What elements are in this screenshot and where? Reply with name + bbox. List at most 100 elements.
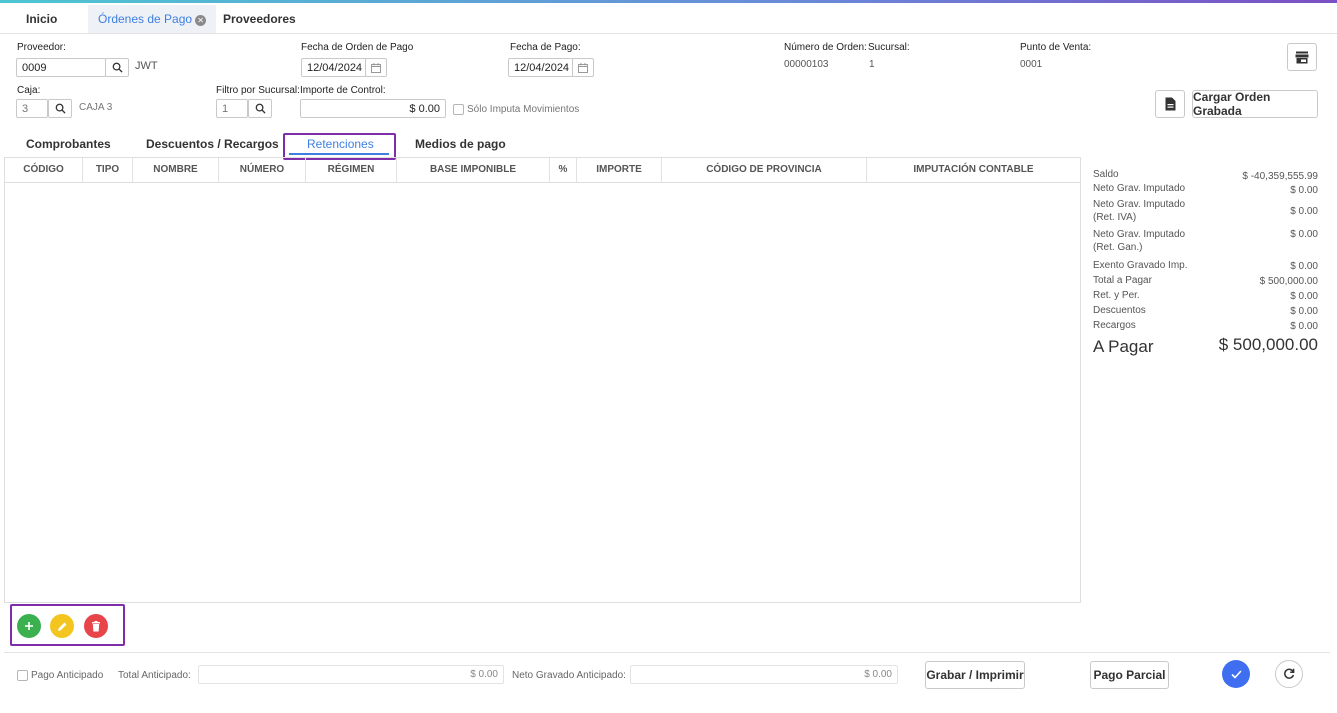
sucursal-label: Sucursal: xyxy=(868,42,910,53)
tab-label: Inicio xyxy=(26,12,58,26)
neto-iva-value: $ 0.00 xyxy=(1290,206,1318,217)
column-header-imputacion-contable[interactable]: IMPUTACIÓN CONTABLE xyxy=(867,158,1080,182)
column-header-tipo[interactable]: TIPO xyxy=(83,158,133,182)
tab-descuentos-recargos[interactable]: Descuentos / Recargos xyxy=(146,137,279,151)
neto-gravado-anticipado-input[interactable]: $ 0.00 xyxy=(630,665,898,684)
total-pagar-value: $ 500,000.00 xyxy=(1259,276,1318,287)
search-icon xyxy=(55,103,66,114)
column-header-regimen[interactable]: RÉGIMEN xyxy=(306,158,397,182)
exento-label: Exento Gravado Imp. xyxy=(1093,260,1188,271)
punto-venta-label: Punto de Venta: xyxy=(1020,42,1092,53)
column-header-codigo-provincia[interactable]: CÓDIGO DE PROVINCIA xyxy=(662,158,867,182)
a-pagar-value: $ 500,000.00 xyxy=(1218,335,1318,354)
footer-divider xyxy=(4,652,1330,653)
plus-icon xyxy=(25,622,33,630)
descuentos-label: Descuentos xyxy=(1093,305,1146,316)
tab-label: Órdenes de Pago xyxy=(98,12,193,26)
ret-per-value: $ 0.00 xyxy=(1290,291,1318,302)
punto-venta-value: 0001 xyxy=(1020,59,1043,70)
pago-parcial-button[interactable]: Pago Parcial xyxy=(1090,661,1169,689)
exento-value: $ 0.00 xyxy=(1290,261,1318,272)
total-anticipado-input[interactable]: $ 0.00 xyxy=(198,665,504,684)
proveedor-code-input[interactable]: 0009 xyxy=(16,58,106,77)
refresh-icon xyxy=(1284,668,1295,679)
caja-code-input[interactable]: 3 xyxy=(16,99,48,118)
top-gradient-line xyxy=(0,0,1337,3)
pago-anticipado-label: Pago Anticipado xyxy=(31,670,104,681)
solo-imputa-checkbox[interactable] xyxy=(453,104,464,115)
sucursal-value: 1 xyxy=(869,59,875,70)
proveedor-name: JWT xyxy=(135,60,158,72)
neto-iva-label: Neto Grav. Imputado (Ret. IVA) xyxy=(1093,199,1186,223)
total-anticipado-label: Total Anticipado: xyxy=(118,670,191,681)
column-header-importe[interactable]: IMPORTE xyxy=(577,158,662,182)
edit-button[interactable] xyxy=(50,614,74,638)
search-icon xyxy=(255,103,266,114)
saldo-label: Saldo xyxy=(1093,169,1119,180)
delete-button[interactable] xyxy=(84,614,108,638)
neto-grav-label: Neto Grav. Imputado xyxy=(1093,183,1186,194)
recargos-label: Recargos xyxy=(1093,320,1136,331)
caja-search-button[interactable] xyxy=(48,99,72,118)
tab-proveedores[interactable]: Proveedores xyxy=(215,5,304,33)
solo-imputa-label: Sólo Imputa Movimientos xyxy=(467,104,580,115)
descuentos-value: $ 0.00 xyxy=(1290,306,1318,317)
grabar-imprimir-button[interactable]: Grabar / Imprimir xyxy=(925,661,1025,689)
tab-medios-de-pago[interactable]: Medios de pago xyxy=(415,137,506,151)
fecha-pago-label: Fecha de Pago: xyxy=(510,42,581,53)
recargos-value: $ 0.00 xyxy=(1290,321,1318,332)
caja-name: CAJA 3 xyxy=(79,102,113,113)
store-icon xyxy=(1295,51,1309,63)
fecha-orden-input[interactable]: 12/04/2024 xyxy=(301,58,367,77)
importe-control-label: Importe de Control: xyxy=(300,85,386,96)
calendar-icon xyxy=(371,62,381,73)
tab-ordenes-de-pago[interactable]: Órdenes de Pago ✕ xyxy=(88,5,217,33)
caja-label: Caja: xyxy=(17,85,41,96)
retenciones-table: CÓDIGO TIPO NOMBRE NÚMERO RÉGIMEN BASE I… xyxy=(4,157,1081,603)
neto-gan-label: Neto Grav. Imputado (Ret. Gan.) xyxy=(1093,229,1186,253)
pencil-icon xyxy=(57,622,66,631)
fecha-pago-input[interactable]: 12/04/2024 xyxy=(508,58,574,77)
column-header-base-imponible[interactable]: BASE IMPONIBLE xyxy=(397,158,550,182)
proveedor-search-button[interactable] xyxy=(105,58,129,77)
refresh-button[interactable] xyxy=(1275,660,1303,688)
proveedor-label: Proveedor: xyxy=(17,42,66,53)
total-pagar-label: Total a Pagar xyxy=(1093,275,1152,286)
fecha-orden-label: Fecha de Orden de Pago xyxy=(301,42,414,53)
ret-per-label: Ret. y Per. xyxy=(1093,290,1140,301)
document-icon xyxy=(1165,97,1175,111)
trash-icon xyxy=(92,620,100,631)
tab-inicio[interactable]: Inicio xyxy=(18,5,65,33)
pago-anticipado-checkbox[interactable] xyxy=(17,670,28,681)
fecha-pago-calendar-button[interactable] xyxy=(572,58,594,77)
a-pagar-label: A Pagar xyxy=(1093,337,1154,356)
column-header-nombre[interactable]: NOMBRE xyxy=(133,158,219,182)
calendar-icon xyxy=(578,62,588,73)
neto-gravado-anticipado-label: Neto Gravado Anticipado: xyxy=(512,670,626,681)
search-icon xyxy=(112,62,123,73)
importe-control-input[interactable]: $ 0.00 xyxy=(300,99,446,118)
tab-label: Proveedores xyxy=(223,12,296,26)
document-button[interactable] xyxy=(1155,90,1185,118)
check-icon xyxy=(1230,669,1242,679)
neto-grav-value: $ 0.00 xyxy=(1290,185,1318,196)
top-tab-bar: Inicio Órdenes de Pago ✕ Proveedores xyxy=(0,5,1337,34)
column-header-numero[interactable]: NÚMERO xyxy=(219,158,306,182)
column-header-porcentaje[interactable]: % xyxy=(550,158,577,182)
filtro-sucursal-input[interactable]: 1 xyxy=(216,99,248,118)
saldo-value: $ -40,359,555.99 xyxy=(1242,171,1318,182)
numero-orden-label: Número de Orden: xyxy=(784,42,867,53)
tab-comprobantes[interactable]: Comprobantes xyxy=(26,137,111,151)
close-icon[interactable]: ✕ xyxy=(195,15,207,26)
cargar-orden-grabada-button[interactable]: Cargar Orden Grabada xyxy=(1192,90,1318,118)
add-button[interactable] xyxy=(17,614,41,638)
retenciones-tab-highlight xyxy=(283,133,396,160)
fecha-orden-calendar-button[interactable] xyxy=(365,58,387,77)
filtro-sucursal-label: Filtro por Sucursal: xyxy=(216,85,300,96)
neto-gan-value: $ 0.00 xyxy=(1290,229,1318,240)
numero-orden-value: 00000103 xyxy=(784,59,829,70)
column-header-codigo[interactable]: CÓDIGO xyxy=(5,158,83,182)
confirm-button[interactable] xyxy=(1222,660,1250,688)
store-button[interactable] xyxy=(1287,43,1317,71)
filtro-sucursal-search-button[interactable] xyxy=(248,99,272,118)
